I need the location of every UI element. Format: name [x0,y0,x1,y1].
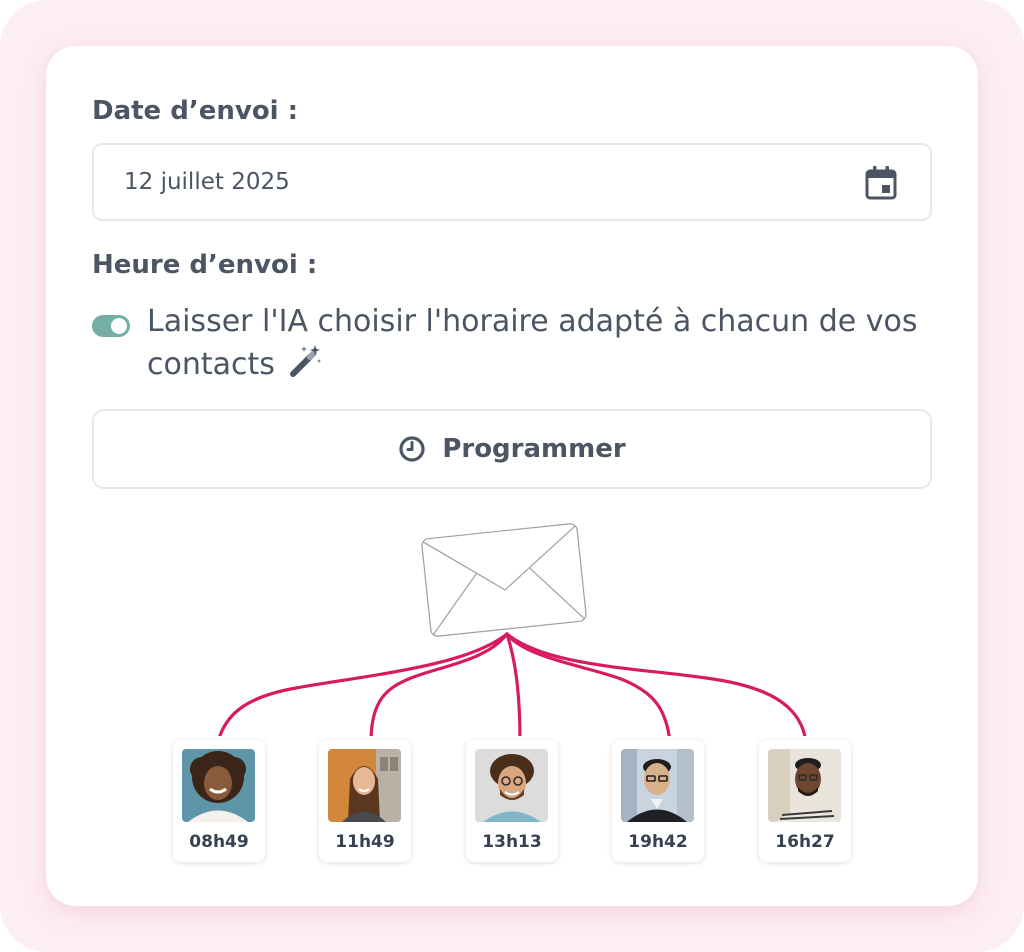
contact-card: 19h42 [612,740,704,862]
ai-timing-label: Laisser l'IA choisir l'horaire adapté à … [147,300,947,386]
clock-icon [399,436,425,462]
arrow-path-3 [505,632,522,736]
arrow-path-2 [369,632,509,736]
distribution-diagram [218,523,807,736]
date-value: 12 juillet 2025 [124,169,290,195]
contact-avatar [182,749,255,822]
magic-wand-icon [290,345,322,377]
page-background: Date d’envoi : 12 juillet 2025 Heure d’e… [0,0,1024,952]
date-label: Date d’envoi : [92,96,299,126]
schedule-button-label: Programmer [442,434,626,464]
time-label: Heure d’envoi : [92,250,318,280]
send-time: 11h49 [335,832,395,852]
date-field[interactable]: 12 juillet 2025 [92,143,932,221]
contact-card: 16h27 [759,740,851,862]
contact-avatar [328,749,401,822]
ai-timing-toggle[interactable] [92,315,130,337]
contact-avatar [621,749,694,822]
contact-card: 08h49 [173,740,265,862]
contact-card: 13h13 [466,740,558,862]
send-time: 13h13 [482,832,542,852]
contact-avatar [768,749,841,822]
contact-avatar [475,749,548,822]
arrow-path-5 [505,632,807,736]
ai-timing-text: Laisser l'IA choisir l'horaire adapté à … [147,304,918,382]
send-time: 08h49 [189,832,249,852]
calendar-icon[interactable] [864,165,898,201]
arrow-path-1 [218,632,509,736]
contact-card: 11h49 [319,740,411,862]
envelope-icon [421,523,587,637]
toggle-knob [111,318,127,334]
send-time: 19h42 [628,832,688,852]
scheduling-card: Date d’envoi : 12 juillet 2025 Heure d’e… [46,46,978,906]
schedule-button[interactable]: Programmer [92,409,932,489]
send-time: 16h27 [775,832,835,852]
